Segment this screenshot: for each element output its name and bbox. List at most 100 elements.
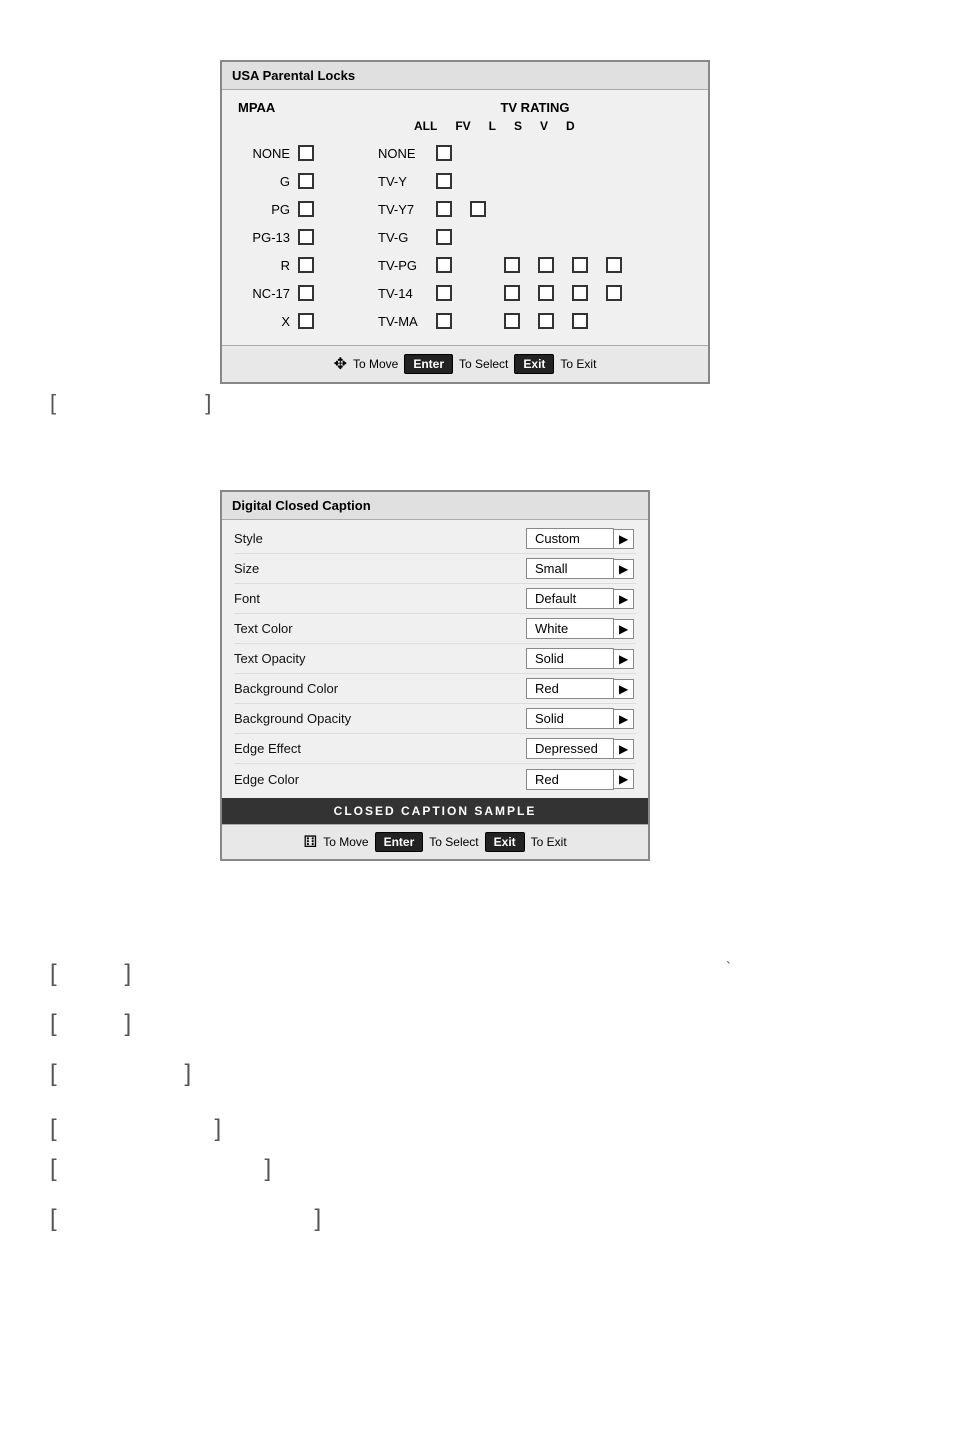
dcc-edge-control[interactable]: Depressed ▶ [526,738,636,759]
dcc-edgecolor-arrow[interactable]: ▶ [614,769,634,789]
dcc-bgcolor-arrow[interactable]: ▶ [614,679,634,699]
tv-y7-fv[interactable] [470,201,486,217]
parental-locks-footer: ✥ To Move Enter To Select Exit To Exit [222,345,708,382]
dcc-style-control[interactable]: Custom ▶ [526,528,636,549]
mpaa-r-label: R [238,258,290,273]
dcc-row-textopacity: Text Opacity Solid ▶ [234,644,636,674]
dcc-size-control[interactable]: Small ▶ [526,558,636,579]
bracket-close-7: ] [314,1205,321,1232]
tv-ma-l[interactable] [504,313,520,329]
mpaa-r-checkbox[interactable] [298,257,314,273]
tv-14-all[interactable] [436,285,452,301]
dcc-footer-move: To Move [323,835,368,849]
dcc-textcolor-arrow[interactable]: ▶ [614,619,634,639]
sub-l: L [489,119,496,133]
bracket-line-3: [ ] [50,1010,131,1038]
mpaa-x-label: X [238,314,290,329]
mpaa-row-pg: PG [238,195,378,223]
bracket-open-4: [ [50,1060,57,1087]
mpaa-pg-checkbox[interactable] [298,201,314,217]
enter-button[interactable]: Enter [404,354,453,374]
tv-row-ma: TV-MA [378,307,692,335]
mpaa-none-checkbox[interactable] [298,145,314,161]
mpaa-x-checkbox[interactable] [298,313,314,329]
tv-pg-all[interactable] [436,257,452,273]
dcc-textopacity-value: Solid [526,648,614,669]
bracket-close-5: ] [214,1115,221,1142]
dcc-textopacity-arrow[interactable]: ▶ [614,649,634,669]
bracket-open-5: [ [50,1115,57,1142]
dcc-footer-select: To Select [429,835,478,849]
tv-14-s[interactable] [538,285,554,301]
tv-14-d[interactable] [606,285,622,301]
dcc-font-arrow[interactable]: ▶ [614,589,634,609]
dcc-row-textcolor: Text Color White ▶ [234,614,636,644]
mpaa-none-label: NONE [238,146,290,161]
exit-button[interactable]: Exit [514,354,554,374]
dcc-bgopacity-arrow[interactable]: ▶ [614,709,634,729]
backtick: ` [726,960,731,978]
sub-d: D [566,119,575,133]
bracket-open-1: [ [50,390,64,415]
tv-14-l[interactable] [504,285,520,301]
mpaa-rows: NONE G PG PG-13 R [238,139,378,335]
tv-row-pg: TV-PG [378,251,692,279]
mpaa-row-g: G [238,167,378,195]
dcc-row-bgcolor: Background Color Red ▶ [234,674,636,704]
move-icon: ✥ [334,354,347,374]
dcc-row-style: Style Custom ▶ [234,524,636,554]
tv-ma-all[interactable] [436,313,452,329]
tv-pg-l[interactable] [504,257,520,273]
bracket-close-1: ] [205,390,219,415]
mpaa-nc17-checkbox[interactable] [298,285,314,301]
tv-14-v[interactable] [572,285,588,301]
bracket-line-2: [ ] ` [50,960,131,988]
dcc-size-arrow[interactable]: ▶ [614,559,634,579]
mpaa-row-none: NONE [238,139,378,167]
dcc-title: Digital Closed Caption [222,492,648,520]
dcc-exit-button[interactable]: Exit [485,832,525,852]
mpaa-pg13-checkbox[interactable] [298,229,314,245]
dcc-bgcolor-control[interactable]: Red ▶ [526,678,636,699]
dcc-textcolor-value: White [526,618,614,639]
parental-locks-title: USA Parental Locks [222,62,708,90]
dcc-row-edgecolor: Edge Color Red ▶ [234,764,636,794]
dcc-bgcolor-label: Background Color [234,681,338,696]
dcc-bgopacity-control[interactable]: Solid ▶ [526,708,636,729]
mpaa-g-checkbox[interactable] [298,173,314,189]
bracket-open-3: [ [50,1010,57,1037]
dcc-textcolor-control[interactable]: White ▶ [526,618,636,639]
mpaa-row-x: X [238,307,378,335]
dcc-style-arrow[interactable]: ▶ [614,529,634,549]
dcc-textopacity-control[interactable]: Solid ▶ [526,648,636,669]
tv-y-all[interactable] [436,173,452,189]
tv-pg-s[interactable] [538,257,554,273]
tv-none-label: NONE [378,146,430,161]
tv-row-14: TV-14 [378,279,692,307]
tv-row-y7: TV-Y7 [378,195,692,223]
dcc-enter-button[interactable]: Enter [375,832,424,852]
tv-g-label: TV-G [378,230,430,245]
dcc-bgcolor-value: Red [526,678,614,699]
dcc-edgecolor-control[interactable]: Red ▶ [526,769,636,790]
tv-none-all[interactable] [436,145,452,161]
mpaa-row-pg13: PG-13 [238,223,378,251]
tv-y7-all[interactable] [436,201,452,217]
footer-select-text: To Select [459,357,508,371]
tv-ma-s[interactable] [538,313,554,329]
tv-ma-v[interactable] [572,313,588,329]
tv-g-all[interactable] [436,229,452,245]
dcc-size-label: Size [234,561,259,576]
footer-move-text: To Move [353,357,398,371]
mpaa-pg-label: PG [238,202,290,217]
dcc-move-icon: ⚅ [303,832,317,852]
tv-pg-d[interactable] [606,257,622,273]
tv-ma-label: TV-MA [378,314,430,329]
mpaa-row-nc17: NC-17 [238,279,378,307]
dcc-edge-arrow[interactable]: ▶ [614,739,634,759]
sub-fv: FV [455,119,470,133]
bracket-line-5: [ ] [50,1115,221,1143]
dcc-font-control[interactable]: Default ▶ [526,588,636,609]
dcc-edge-label: Edge Effect [234,741,301,756]
tv-pg-v[interactable] [572,257,588,273]
